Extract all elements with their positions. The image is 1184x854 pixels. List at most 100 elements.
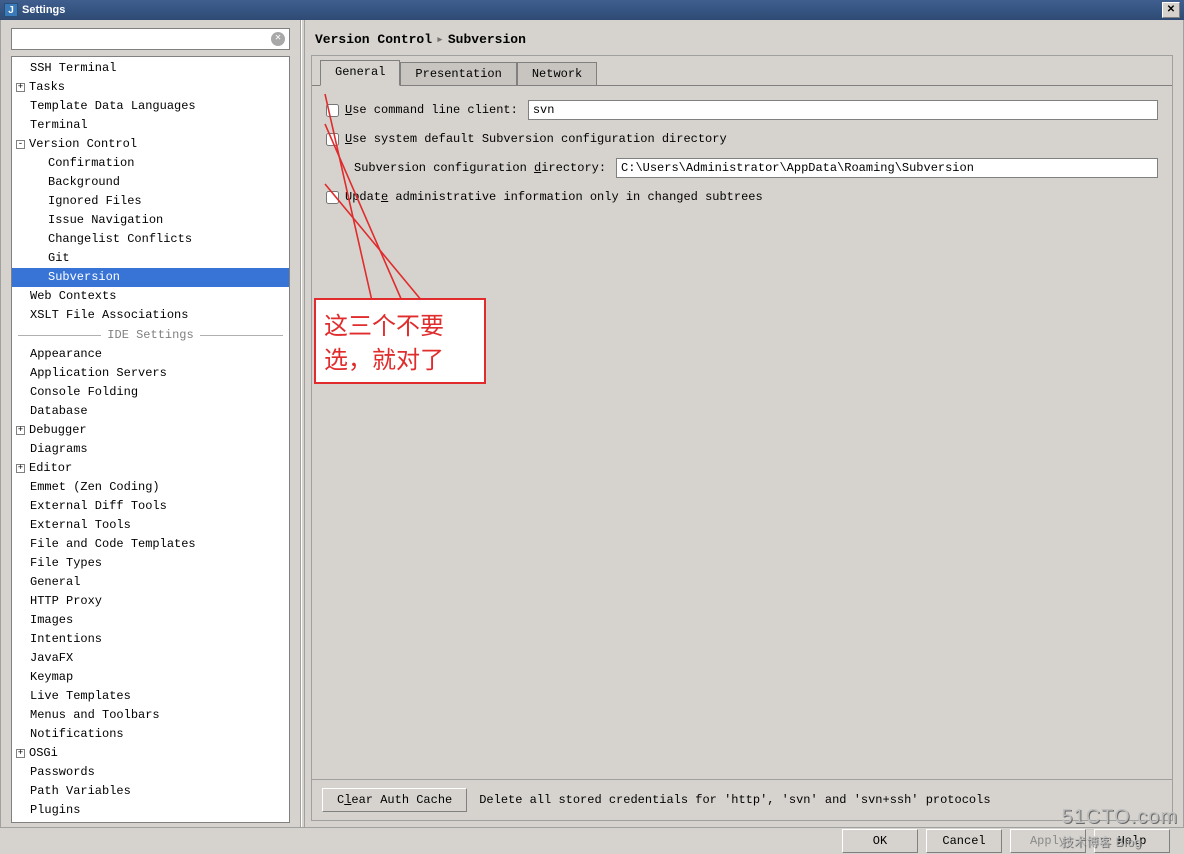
settings-sidebar: ✕ SSH Terminal + Tasks Template Data Langua… [1,20,301,827]
tree-item[interactable]: Images [12,611,289,630]
tree-item-label: Confirmation [48,156,134,170]
tree-item[interactable]: Intentions [12,630,289,649]
lbl-use-sysdefault: Use system default Subversion configurat… [345,132,727,146]
tree-item[interactable]: Console Folding [12,383,289,402]
close-button[interactable]: ✕ [1162,2,1180,18]
tree-item[interactable]: XSLT File Associations [12,306,289,325]
input-cmdline-client[interactable] [528,100,1158,120]
lbl-update-admin: Update administrative information only i… [345,190,763,204]
tree-item-label: Database [30,404,88,418]
tab-general[interactable]: General [320,60,400,86]
tree-item[interactable]: Ignored Files [12,192,289,211]
chk-use-sysdefault[interactable] [326,133,339,146]
chk-update-admin[interactable] [326,191,339,204]
tree-item-label: Editor [29,461,72,475]
clear-auth-cache-button[interactable]: Clear Auth Cache [322,788,467,812]
tree-item-label: File and Code Templates [30,537,196,551]
tree-item-label: Tasks [29,80,65,94]
apply-button[interactable]: Apply [1010,829,1086,853]
cancel-button[interactable]: Cancel [926,829,1002,853]
tree-item-label: Git [48,251,70,265]
tree-item-label: Emmet (Zen Coding) [30,480,160,494]
tree-item-label: Issue Navigation [48,213,163,227]
tree-item[interactable]: Plugins [12,801,289,820]
tree-item[interactable]: + Tasks [12,78,289,97]
clear-search-icon[interactable]: ✕ [271,32,285,46]
tree-item-label: Diagrams [30,442,88,456]
settings-tree[interactable]: SSH Terminal + Tasks Template Data Language… [11,56,290,823]
tree-item[interactable]: File and Code Templates [12,535,289,554]
tree-item[interactable]: File Types [12,554,289,573]
tree-item[interactable]: Path Variables [12,782,289,801]
tree-item[interactable]: +Debugger [12,421,289,440]
tree-item[interactable]: Menus and Toolbars [12,706,289,725]
clear-auth-desc: Delete all stored credentials for 'http'… [479,793,990,807]
row-use-cmdline: Use command line client: [326,100,1158,120]
tree-item[interactable]: Web Contexts [12,287,289,306]
tree-item[interactable]: +OSGi [12,744,289,763]
tree-item-label: External Tools [30,518,131,532]
tree-item[interactable]: Passwords [12,763,289,782]
help-button[interactable]: Help [1094,829,1170,853]
tree-item[interactable]: HTTP Proxy [12,592,289,611]
tree-item[interactable]: Changelist Conflicts [12,230,289,249]
expand-icon[interactable]: + [16,83,25,92]
tree-item[interactable]: Appearance [12,345,289,364]
tabs: General Presentation Network [312,56,1172,85]
tree-item[interactable]: General [12,573,289,592]
expand-icon[interactable]: + [16,464,25,473]
tree-item[interactable]: External Diff Tools [12,497,289,516]
tree-item[interactable]: -Version Control [12,135,289,154]
dialog-footer: OK Cancel Apply Help [0,828,1184,854]
tree-item-label: HTTP Proxy [30,594,102,608]
tree-item-label: Path Variables [30,784,131,798]
chk-use-cmdline[interactable] [326,104,339,117]
tree-item[interactable]: Subversion [12,268,289,287]
tree-item-label: Keymap [30,670,73,684]
tree-item[interactable]: Git [12,249,289,268]
tree-item[interactable]: Diagrams [12,440,289,459]
tree-item[interactable]: Keymap [12,668,289,687]
input-confdir[interactable] [616,158,1158,178]
tree-item[interactable]: Live Templates [12,687,289,706]
tree-item[interactable]: + Editor [12,459,289,478]
tree-item[interactable]: Emmet (Zen Coding) [12,478,289,497]
lbl-use-cmdline: Use command line client: [345,103,518,117]
tree-item[interactable]: Template Data Languages [12,97,289,116]
app-icon: J [4,3,18,17]
ok-button[interactable]: OK [842,829,918,853]
annotation-lines [312,86,512,386]
clear-auth-bar: Clear Auth Cache Delete all stored crede… [312,779,1172,820]
tree-item-label: Intentions [30,632,102,646]
tab-body-general: Use command line client: Use system defa… [312,85,1172,779]
tree-item[interactable]: Confirmation [12,154,289,173]
tree-item-label: Template Data Languages [30,99,196,113]
tree-item-label: File Types [30,556,102,570]
collapse-icon[interactable]: - [16,140,25,149]
tree-item[interactable]: External Tools [12,516,289,535]
tree-item-label: Notifications [30,727,124,741]
search-wrap: ✕ [11,28,290,50]
tree-item-label: Plugins [30,803,80,817]
tree-item[interactable]: Terminal [12,116,289,135]
tree-item[interactable]: SSH Terminal [12,59,289,78]
tree-item-label: General [30,575,80,589]
tree-item-label: External Diff Tools [30,499,167,513]
breadcrumb: Version Control▸Subversion [311,26,1173,55]
tab-network[interactable]: Network [517,62,597,85]
tree-item[interactable]: Background [12,173,289,192]
tree-item-label: Application Servers [30,366,167,380]
tree-item-label: SSH Terminal [30,61,116,75]
expand-icon[interactable]: + [16,749,25,758]
search-input[interactable] [16,32,271,46]
tree-item[interactable]: JavaFX [12,649,289,668]
tree-item-label: XSLT File Associations [30,308,188,322]
tree-item[interactable]: Database [12,402,289,421]
tab-presentation[interactable]: Presentation [400,62,516,85]
tree-item[interactable]: Notifications [12,725,289,744]
tree-item[interactable]: Issue Navigation [12,211,289,230]
lbl-confdir: Subversion configuration directory: [354,161,606,175]
expand-icon[interactable]: + [16,426,25,435]
tree-item[interactable]: Application Servers [12,364,289,383]
tree-item-label: Terminal [30,118,88,132]
